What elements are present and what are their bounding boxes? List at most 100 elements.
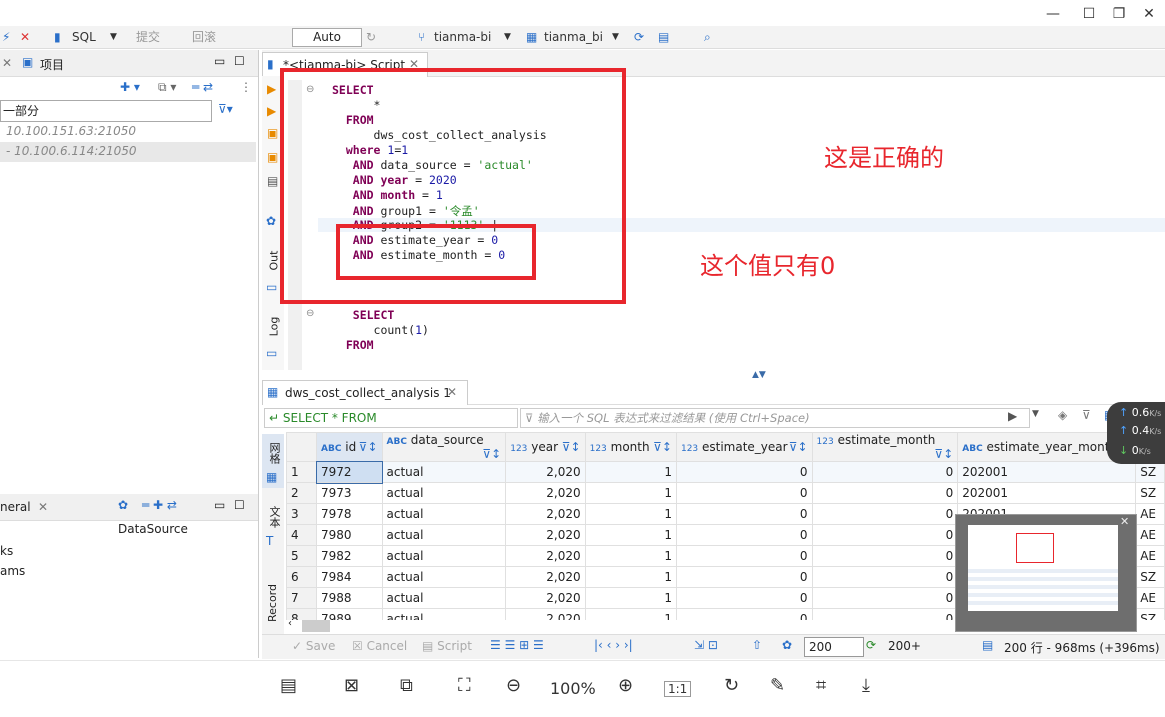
project-tab[interactable]: 项目: [40, 56, 64, 73]
cell-month[interactable]: 1: [584, 503, 677, 525]
cell-id[interactable]: 7978: [316, 503, 383, 525]
navigation-icons[interactable]: |‹ ‹ › ›|: [594, 638, 633, 652]
edit-row-icons[interactable]: ☰ ☰ ⊞ ☰: [490, 638, 544, 652]
sort-filter-icon[interactable]: ⊽↕: [562, 440, 581, 454]
sort-filter-icon[interactable]: ⊽↕: [653, 440, 672, 454]
cell-month[interactable]: 1: [584, 587, 677, 609]
cell-id[interactable]: 7980: [316, 524, 383, 546]
fetch-more-button[interactable]: 200+: [888, 639, 921, 653]
cell-id[interactable]: 7972: [315, 460, 384, 484]
cell-estimate-year[interactable]: 0: [675, 545, 813, 567]
cell-year[interactable]: 2,020: [505, 524, 586, 546]
grid-view-tab[interactable]: 网格 ▦: [262, 434, 284, 488]
cell-estimate-year[interactable]: 0: [675, 461, 813, 483]
cell-data-source[interactable]: actual: [381, 461, 507, 483]
cell-estimate-month[interactable]: 0: [811, 545, 959, 567]
cell-month[interactable]: 1: [584, 482, 677, 504]
horizontal-scrollbar[interactable]: [302, 620, 330, 632]
cell-estimate-month[interactable]: 0: [811, 608, 959, 620]
cell-id[interactable]: 7988: [316, 587, 383, 609]
refresh-icon[interactable]: ⟳: [634, 28, 644, 46]
connect-icon[interactable]: ⚡: [2, 28, 10, 46]
row-number[interactable]: 5: [286, 545, 318, 567]
commit-button[interactable]: 提交: [136, 28, 160, 46]
general-row[interactable]: ams: [0, 564, 25, 578]
minimize-panel-icon[interactable]: ▭: [214, 54, 225, 68]
maximize-panel-icon[interactable]: ☐: [234, 54, 245, 68]
cell-estimate-month[interactable]: 0: [811, 524, 959, 546]
row-number[interactable]: 4: [286, 524, 318, 546]
cell-estimate-year-month[interactable]: 202001: [957, 482, 1137, 504]
scroll-left-icon[interactable]: ‹: [288, 618, 292, 629]
edit-icon[interactable]: ✎: [770, 675, 785, 696]
crop-icon[interactable]: ⌗: [816, 675, 826, 696]
row-number[interactable]: 1: [286, 461, 318, 483]
restore-button[interactable]: ❐: [1106, 4, 1132, 24]
cell-estimate-year[interactable]: 0: [675, 524, 813, 546]
text-view-tab[interactable]: 文本: [266, 506, 282, 528]
new-connection-icon[interactable]: ✚ ▾: [120, 80, 140, 94]
fit-screen-icon[interactable]: ⛶: [458, 675, 471, 696]
layout-icon[interactable]: ▤: [280, 675, 297, 696]
close-icon[interactable]: ✕: [2, 56, 12, 70]
download-icon[interactable]: ⤓: [862, 675, 870, 696]
column-header-id[interactable]: ABC id ⊽↕: [316, 432, 383, 462]
cell-year[interactable]: 2,020: [505, 608, 586, 620]
save-button[interactable]: ✓ Save: [292, 639, 335, 653]
filter-input[interactable]: 一部分: [0, 100, 212, 122]
link-icon[interactable]: ⧉ ▾: [158, 80, 176, 95]
table-row[interactable]: 1 7972 actual 2,020 1 0 0 202001 SZ: [286, 460, 1165, 484]
format-icon[interactable]: ▤: [267, 174, 278, 188]
log-tab[interactable]: Log: [267, 317, 280, 337]
code-line[interactable]: count(1): [332, 323, 429, 337]
cell-month[interactable]: 1: [584, 524, 677, 546]
column-header-estimate-month[interactable]: 123 estimate_month ⊽↕: [811, 432, 959, 462]
code-line[interactable]: SELECT: [332, 308, 395, 322]
chevron-down-icon[interactable]: ▼: [612, 28, 619, 46]
filter-settings-icon[interactable]: ⊽: [1082, 408, 1091, 422]
grid-icon[interactable]: ▤: [658, 28, 669, 46]
search-icon[interactable]: ⌕: [704, 28, 711, 46]
cell-data-source[interactable]: actual: [381, 608, 507, 620]
cell-data-source[interactable]: actual: [381, 503, 507, 525]
cell-month[interactable]: 1: [584, 566, 677, 588]
general-tab[interactable]: neral: [0, 500, 31, 514]
cell-month[interactable]: 1: [584, 545, 677, 567]
fetch-size-input[interactable]: 200: [804, 637, 864, 657]
cell-month[interactable]: 1: [584, 461, 677, 483]
chevron-down-icon[interactable]: ▼: [504, 28, 511, 46]
cell-extra[interactable]: AE: [1135, 524, 1165, 546]
cell-extra[interactable]: AE: [1135, 587, 1165, 609]
column-header-estimate-year[interactable]: 123 estimate_year ⊽↕: [675, 432, 813, 462]
chevron-down-icon[interactable]: ▼: [1032, 409, 1039, 419]
cell-estimate-month[interactable]: 0: [811, 503, 959, 525]
export-icon[interactable]: ⇧: [752, 638, 762, 652]
export-icon[interactable]: ▣: [267, 150, 278, 164]
apply-filter-icon[interactable]: ▶: [1008, 409, 1017, 423]
server-item[interactable]: 10.100.151.63:21050: [6, 124, 136, 138]
results-tab[interactable]: ▦ dws_cost_collect_analysis 1 ✕: [262, 380, 468, 405]
close-icon[interactable]: ✕: [1120, 515, 1129, 528]
gear-icon[interactable]: ✿: [782, 638, 792, 652]
maximize-panel-icon[interactable]: ☐: [234, 498, 245, 512]
collapse-icon[interactable]: ═ ⇄: [192, 80, 213, 94]
cell-estimate-month[interactable]: 0: [811, 461, 959, 483]
fold-icon[interactable]: ⊖: [306, 308, 314, 319]
cell-estimate-year[interactable]: 0: [675, 566, 813, 588]
cell-extra[interactable]: AE: [1135, 503, 1165, 525]
screenshot-thumbnail[interactable]: ✕: [955, 514, 1137, 632]
cell-estimate-year[interactable]: 0: [675, 503, 813, 525]
cell-data-source[interactable]: actual: [381, 587, 507, 609]
cell-id[interactable]: 7982: [316, 545, 383, 567]
cell-month[interactable]: 1: [584, 608, 677, 620]
results-filter-input[interactable]: ⊽ 输入一个 SQL 表达式来过滤结果 (使用 Ctrl+Space): [520, 408, 1030, 428]
schema-select[interactable]: tianma_bi: [544, 28, 603, 46]
cell-year[interactable]: 2,020: [505, 482, 586, 504]
cell-year[interactable]: 2,020: [505, 503, 586, 525]
gear-icon[interactable]: ✿: [266, 214, 276, 228]
eraser-icon[interactable]: ◈: [1058, 408, 1067, 422]
close-icon[interactable]: ✕: [447, 385, 457, 399]
rotate-icon[interactable]: ↻: [724, 675, 739, 696]
row-number[interactable]: 6: [286, 566, 318, 588]
sort-filter-icon[interactable]: ⊽↕: [482, 447, 501, 461]
